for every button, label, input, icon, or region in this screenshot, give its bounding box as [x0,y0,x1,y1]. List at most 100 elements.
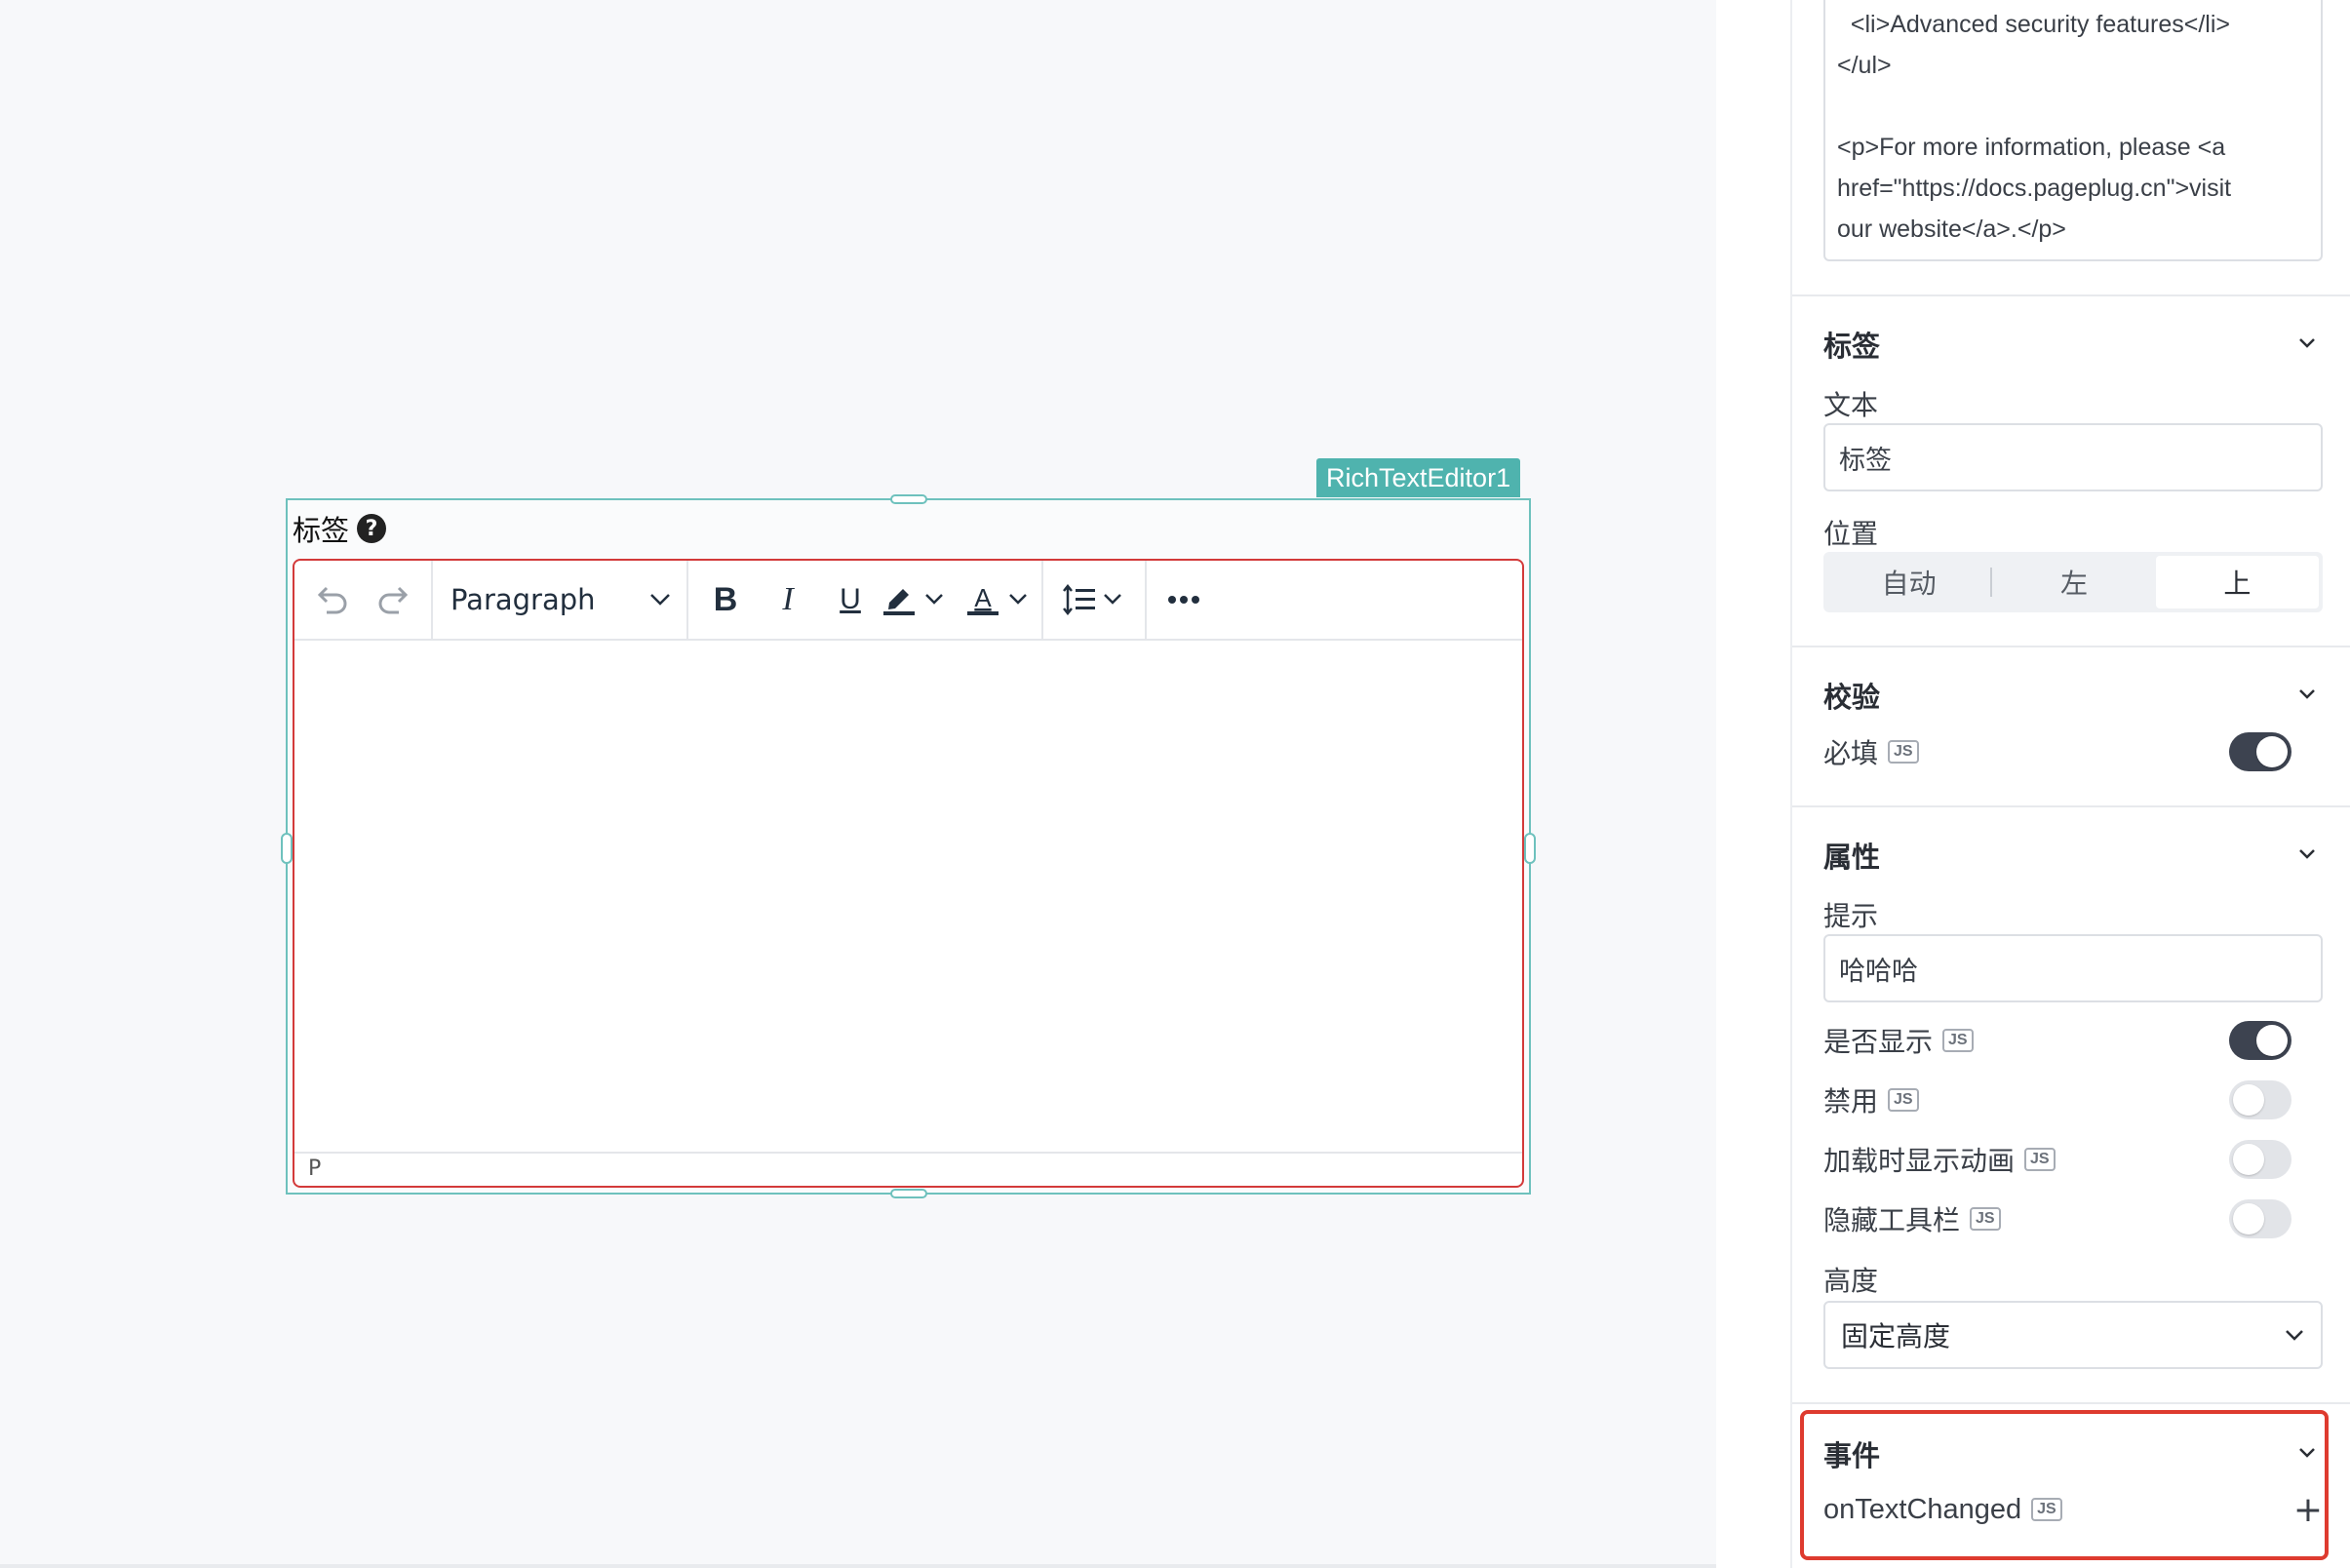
block-format-value: Paragraph [450,583,596,616]
height-select-value: 固定高度 [1841,1320,1951,1352]
redo-button[interactable] [363,570,425,629]
toggle-knob [2233,1084,2264,1116]
disabled-label: 禁用 [1823,1085,1879,1117]
js-toggle-badge[interactable]: JS [2024,1148,2056,1171]
hide-toolbar-label: 隐藏工具栏 [1823,1204,1961,1236]
label-position-segmented: 自动 左 上 [1823,552,2323,612]
required-label: 必填 [1823,737,1879,769]
toggle-knob [2233,1144,2264,1175]
text-color-dropdown[interactable] [1000,570,1036,629]
label-text-value: 标签 [1839,445,1892,476]
format-group: B I U A [688,561,1043,639]
events-section-title[interactable]: 事件 [1823,1433,1880,1474]
required-toggle[interactable] [2229,732,2291,771]
chevron-down-icon[interactable] [2295,683,2319,706]
label-text-input[interactable]: 标签 [1823,423,2323,491]
chevron-down-icon [925,594,943,605]
undo-button[interactable] [300,570,363,629]
widget-label-text: 标签 [293,514,350,547]
js-toggle-badge[interactable]: JS [1942,1029,1974,1052]
height-field-label: 高度 [1823,1265,1879,1297]
help-icon[interactable]: ? [357,514,387,543]
more-options-button[interactable] [1153,570,1215,629]
hide-toolbar-row: 隐藏工具栏 JS [1823,1198,2323,1239]
position-option-left[interactable]: 左 [1992,556,2155,608]
element-path: P [308,1156,322,1181]
bold-icon: B [713,580,738,618]
highlight-color-button[interactable] [881,570,917,629]
editor-content-area[interactable] [294,641,1522,1157]
chevron-down-icon[interactable] [2295,1441,2319,1465]
text-color-icon: A [967,583,999,615]
property-pane: <li>Advanced security features</li> </ul… [1790,0,2350,1568]
chevron-down-icon[interactable] [2295,843,2319,866]
event-name: onTextChanged [1823,1493,2022,1525]
visible-label: 是否显示 [1823,1026,1934,1058]
highlight-color-dropdown[interactable] [917,570,952,629]
editor-status-bar: P [294,1152,1522,1186]
redo-icon [378,586,409,614]
visible-toggle[interactable] [2229,1021,2291,1060]
text-field-label: 文本 [1823,389,1879,421]
tooltip-value: 哈哈哈 [1839,956,1918,987]
block-format-select[interactable]: Paragraph [433,570,686,629]
text-color-button[interactable]: A [965,570,1000,629]
js-toggle-badge[interactable]: JS [1888,1088,1919,1112]
animate-toggle[interactable] [2229,1140,2291,1179]
underline-icon: U [840,583,861,615]
svg-text:A: A [974,583,992,612]
block-group: Paragraph [433,561,688,639]
disabled-row: 禁用 JS [1823,1079,2323,1120]
italic-button[interactable]: I [757,570,819,629]
rich-text-editor-widget[interactable]: 标签 ? Paragraph B I U A P [281,494,1536,1198]
chevron-down-icon [2286,1330,2303,1341]
position-field-label: 位置 [1823,518,1879,550]
editor-toolbar: Paragraph B I U A [294,561,1522,641]
validation-section-title[interactable]: 校验 [1823,675,1880,716]
more-dots-icon [1168,596,1199,604]
tooltip-field-label: 提示 [1823,900,1879,932]
italic-icon: I [782,581,794,617]
position-option-auto[interactable]: 自动 [1827,556,1990,608]
js-toggle-badge[interactable]: JS [1888,740,1919,764]
canvas-bottom-edge [0,1564,1716,1568]
default-value-code-input[interactable]: <li>Advanced security features</li> </ul… [1823,0,2323,261]
resize-handle-left[interactable] [281,833,293,864]
bold-button[interactable]: B [694,570,757,629]
section-divider [1792,646,2350,647]
more-group [1147,561,1221,639]
history-group [294,561,433,639]
resize-handle-top[interactable] [890,494,927,504]
widget-label: 标签 ? [293,508,387,549]
chevron-down-icon [650,594,670,606]
resize-handle-right[interactable] [1524,833,1536,864]
label-section-title[interactable]: 标签 [1823,324,1880,365]
position-option-top[interactable]: 上 [2155,556,2319,608]
chevron-down-icon[interactable] [2295,332,2319,355]
widget-name-tag[interactable]: RichTextEditor1 [1316,458,1521,497]
highlighter-icon [883,589,915,615]
props-section-title[interactable]: 属性 [1823,835,1880,876]
js-toggle-badge[interactable]: JS [1970,1207,2001,1231]
add-event-icon[interactable]: + [2293,1490,2323,1530]
line-height-button[interactable] [1049,570,1139,629]
editor-frame: Paragraph B I U A P [293,559,1524,1188]
chevron-down-icon [1009,594,1027,605]
animate-label: 加载时显示动画 [1823,1145,2016,1177]
section-divider [1792,1402,2350,1404]
height-select[interactable]: 固定高度 [1823,1301,2323,1369]
tooltip-input[interactable]: 哈哈哈 [1823,934,2323,1002]
animate-row: 加载时显示动画 JS [1823,1139,2323,1180]
visible-row: 是否显示 JS [1823,1020,2323,1061]
hide-toolbar-toggle[interactable] [2229,1199,2291,1238]
resize-handle-bottom[interactable] [890,1189,927,1198]
disabled-toggle[interactable] [2229,1080,2291,1119]
underline-button[interactable]: U [819,570,881,629]
section-divider [1792,805,2350,807]
toggle-knob [2256,1025,2288,1056]
canvas: RichTextEditor1 标签 ? Paragraph B I U A P [0,0,1716,1564]
js-toggle-badge[interactable]: JS [2031,1498,2062,1521]
line-height-group [1043,561,1147,639]
toggle-knob [2233,1203,2264,1235]
toggle-knob [2256,736,2288,767]
